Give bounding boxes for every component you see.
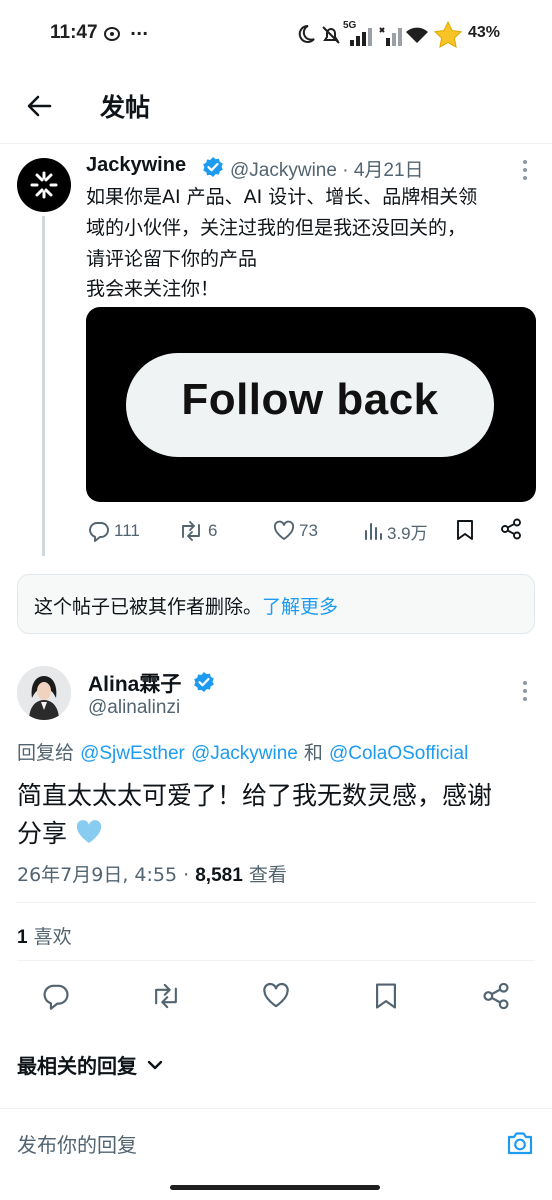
parent-handle-date[interactable]: @Jackywine · 4月21日 [230, 155, 424, 182]
mention-link[interactable]: @SjwEsther [80, 743, 185, 764]
share-icon[interactable] [482, 982, 512, 1012]
replying-to-conjunction: 和 [303, 742, 323, 764]
status-time: 11:47 [50, 22, 98, 43]
reply-button[interactable]: 111 [88, 516, 140, 546]
views-button[interactable]: 3.9万 [363, 516, 428, 546]
status-bar: 11:47 ··· 5G 43% [0, 0, 552, 70]
more-notifications-icon: ··· [130, 24, 149, 43]
home-indicator[interactable] [170, 1185, 380, 1190]
light-blue-heart-icon [76, 820, 102, 843]
reply-author-handle[interactable]: @alinalinzi [88, 697, 180, 719]
tweet-media-image[interactable]: Follow back [86, 307, 536, 502]
moon-icon [296, 24, 316, 44]
top-app-bar: 发帖 [0, 70, 552, 144]
heart-icon[interactable] [262, 982, 292, 1012]
parent-tweet-text-line: 我会来关注你！ [86, 278, 220, 300]
divider [17, 960, 535, 961]
page-title: 发帖 [100, 93, 151, 122]
reply-icon[interactable] [42, 982, 72, 1012]
replying-to-prefix: 回复给 [17, 742, 75, 764]
deleted-post-notice: 这个帖子已被其作者删除。了解更多 [17, 574, 535, 634]
reply-tweet-text-line-2: 分享 [17, 814, 103, 850]
verified-badge-icon [193, 671, 215, 693]
reply-author-avatar[interactable] [17, 666, 71, 720]
mention-link[interactable]: @Jackywine [191, 743, 298, 764]
chevron-down-icon [147, 1060, 163, 1069]
bookmark-icon[interactable] [456, 519, 474, 541]
reply-icon [89, 522, 109, 542]
more-options-icon[interactable] [522, 158, 528, 182]
follow-back-text: Follow back [181, 375, 439, 424]
tweet-metadata: 26年7月9日, 4:55 · 8,581 查看 [17, 860, 287, 887]
thread-connector-line [42, 216, 45, 556]
view-label: 查看 [248, 864, 287, 886]
avatar-portrait-icon [17, 666, 71, 720]
reply-tweet-text-line: 简直太太太可爱了！给了我无数灵感，感谢 [17, 781, 493, 810]
battery-percent: 43% [468, 24, 501, 41]
more-options-icon[interactable] [522, 679, 528, 703]
back-arrow-icon[interactable] [26, 94, 52, 118]
likes-summary[interactable]: 1 喜欢 [17, 922, 72, 949]
like-count: 73 [299, 521, 318, 540]
parent-tweet-text-line: 如果你是AI 产品、AI 设计、增长、品牌相关领 [86, 186, 478, 208]
parent-avatar[interactable] [17, 158, 71, 212]
bookmark-icon[interactable] [374, 982, 404, 1012]
parent-author-name[interactable]: Jackywine [86, 154, 186, 177]
mention-link[interactable]: @ColaOSofficial [329, 743, 468, 764]
deleted-notice-message: 这个帖子已被其作者删除。 [34, 596, 263, 618]
reply-view-count: 8,581 [195, 865, 243, 886]
brand-logo-icon [30, 171, 58, 199]
reply-sort-label: 最相关的回复 [17, 1054, 137, 1078]
likes-label: 喜欢 [33, 926, 72, 948]
repost-icon[interactable] [150, 982, 180, 1012]
verified-badge-icon [202, 156, 224, 178]
repost-icon [182, 521, 200, 541]
likes-count: 1 [17, 927, 28, 948]
tweet-timestamp[interactable]: 26年7月9日, 4:55 · [17, 864, 195, 886]
signal-no-service-icon [378, 24, 402, 46]
reply-sort-selector[interactable]: 最相关的回复 [17, 1050, 163, 1079]
star-badge-icon [433, 20, 463, 50]
parent-tweet-text-line: 请评论留下你的产品 [86, 248, 258, 270]
reply-composer [0, 1108, 552, 1182]
signal-icon [348, 28, 372, 46]
divider [17, 902, 535, 903]
repost-button[interactable]: 6 [178, 516, 217, 546]
reply-input[interactable] [17, 1129, 487, 1161]
deleted-notice-text: 这个帖子已被其作者删除。了解更多 [34, 592, 338, 619]
share-icon[interactable] [500, 518, 522, 540]
reply-count: 111 [114, 521, 140, 540]
parent-tweet-text-line: 域的小伙伴，关注过我的但是我还没回关的， [86, 217, 467, 239]
view-count: 3.9万 [387, 523, 428, 543]
wifi-icon [405, 25, 429, 45]
repost-count: 6 [208, 521, 218, 540]
camera-icon[interactable] [506, 1130, 534, 1156]
heart-icon [273, 520, 295, 540]
reply-tweet-text: 分享 [17, 819, 68, 848]
follow-back-pill: Follow back [126, 353, 494, 457]
app-notification-icon [104, 27, 120, 41]
replying-to-line: 回复给 @SjwEsther @Jackywine 和 @ColaOSoffic… [17, 738, 468, 765]
reply-author-name[interactable]: Alina霖子 [88, 668, 181, 698]
like-button[interactable]: 73 [273, 516, 318, 546]
muted-bell-icon [320, 24, 342, 46]
learn-more-link[interactable]: 了解更多 [262, 596, 338, 618]
views-chart-icon [365, 523, 382, 540]
